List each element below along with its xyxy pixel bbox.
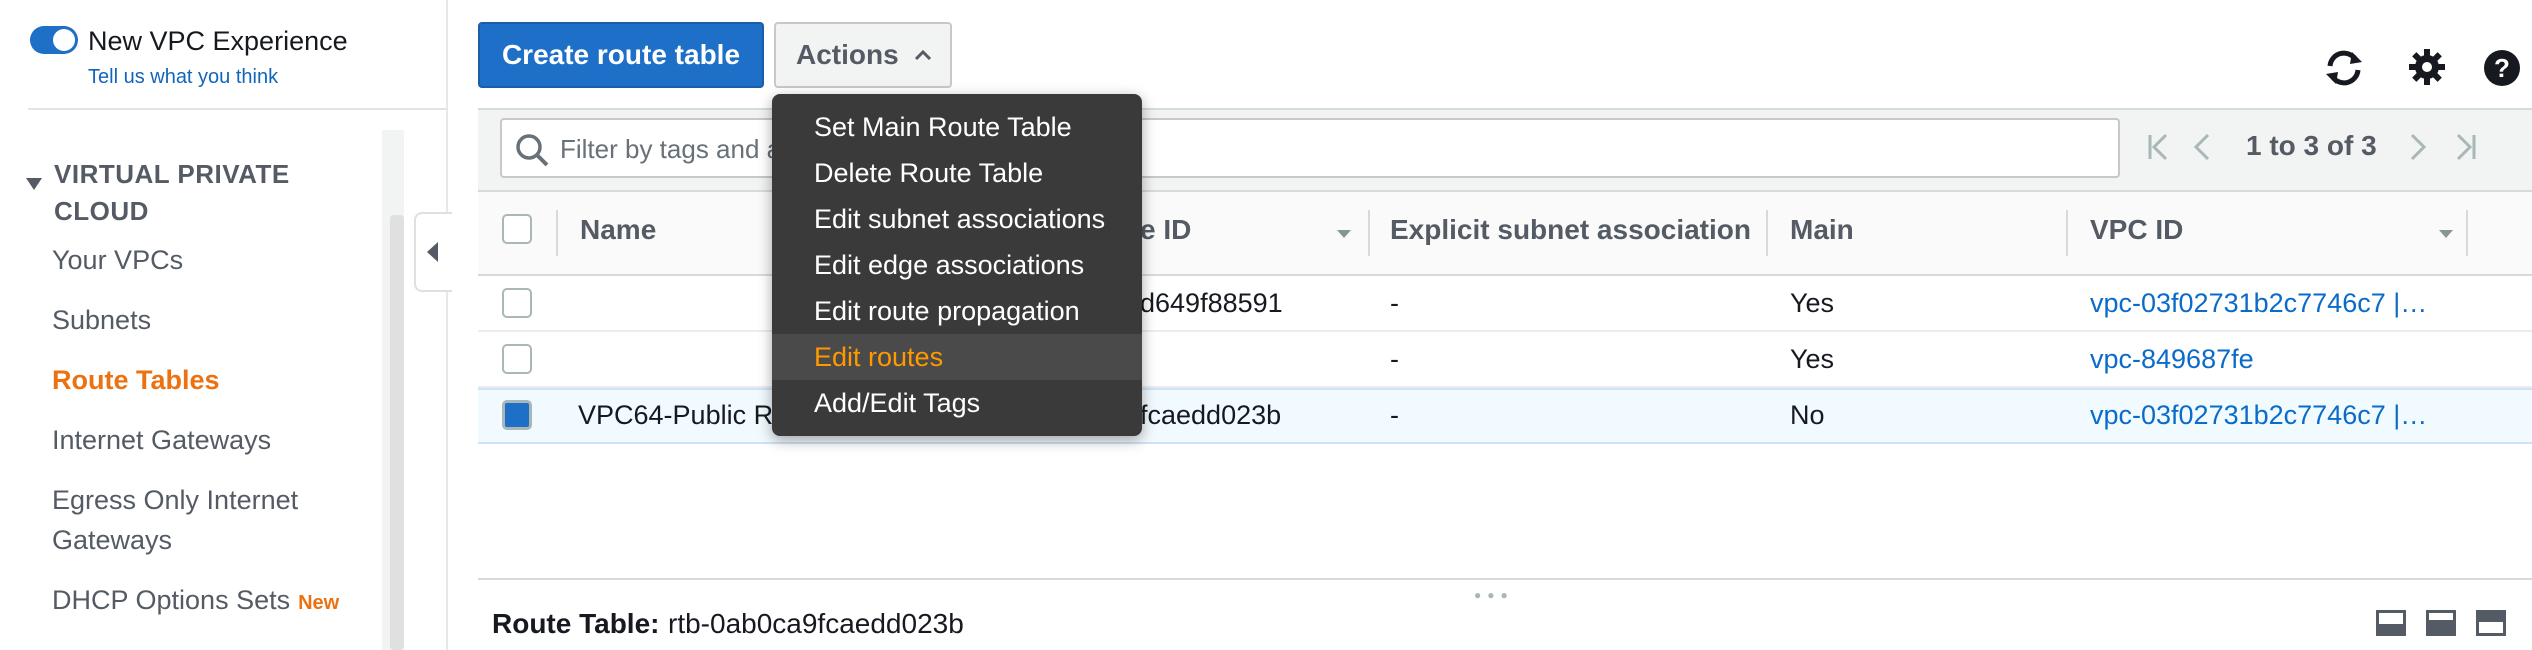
chevron-up-icon: [914, 49, 931, 61]
column-header-vpc-id[interactable]: VPC ID: [2090, 214, 2183, 246]
details-label: Route Table:: [492, 608, 660, 639]
next-page-icon[interactable]: [2408, 132, 2428, 167]
create-route-table-button[interactable]: Create route table: [478, 22, 764, 88]
layout-bottom-small-icon[interactable]: [2376, 610, 2406, 636]
column-separator: [2066, 210, 2068, 256]
explicit-subnet-cell: -: [1390, 288, 1399, 318]
route-table-id-cell: d649f88591: [1140, 288, 1283, 318]
actions-button[interactable]: Actions: [774, 22, 952, 88]
menu-item-set-main-route-table[interactable]: Set Main Route Table: [772, 104, 1142, 150]
vpc-id-link[interactable]: vpc-03f02731b2c7746c7 |…: [2090, 288, 2427, 319]
layout-top-only-icon[interactable]: [2476, 610, 2506, 636]
route-table-id-cell: fcaedd023b: [1140, 400, 1282, 430]
details-pane-divider[interactable]: [478, 578, 2532, 580]
row-checkbox-checked[interactable]: [502, 400, 532, 430]
actions-label: Actions: [796, 39, 899, 70]
vpc-id-link[interactable]: vpc-03f02731b2c7746c7 |…: [2090, 400, 2427, 431]
explicit-subnet-cell: -: [1390, 400, 1399, 430]
help-icon[interactable]: ?: [2482, 48, 2522, 93]
sidebar-scrollbar-thumb[interactable]: [390, 215, 404, 650]
refresh-icon[interactable]: [2322, 48, 2366, 93]
row-checkbox[interactable]: [502, 288, 532, 318]
layout-bottom-half-icon[interactable]: [2426, 610, 2456, 636]
column-separator: [1368, 210, 1370, 256]
explicit-subnet-cell: -: [1390, 344, 1399, 374]
column-header-name[interactable]: Name: [580, 214, 656, 246]
column-separator: [556, 210, 558, 256]
sidebar-border: [446, 0, 448, 650]
menu-item-delete-route-table[interactable]: Delete Route Table: [772, 150, 1142, 196]
resize-handle-icon[interactable]: ●●●: [1474, 588, 1514, 602]
caret-down-icon[interactable]: [24, 176, 44, 197]
column-header-main[interactable]: Main: [1790, 214, 1854, 246]
sort-down-icon[interactable]: [2438, 226, 2454, 244]
column-separator: [2466, 210, 2468, 256]
column-header-explicit-subnet-association[interactable]: Explicit subnet association: [1390, 214, 1750, 246]
first-page-icon[interactable]: [2146, 132, 2172, 167]
last-page-icon[interactable]: [2452, 132, 2478, 167]
sidebar-item-route-tables[interactable]: Route Tables: [52, 360, 220, 400]
column-header-route-table-id[interactable]: e ID: [1140, 214, 1191, 246]
gear-icon[interactable]: [2408, 48, 2446, 91]
sort-down-icon[interactable]: [1336, 226, 1352, 244]
search-icon: [516, 134, 549, 167]
menu-item-edit-routes[interactable]: Edit routes: [772, 334, 1142, 380]
pagination-text: 1 to 3 of 3: [2246, 130, 2377, 161]
main-cell: Yes: [1790, 288, 1835, 318]
chevron-left-icon: [427, 242, 438, 262]
sidebar: New VPC Experience Tell us what you thin…: [0, 0, 452, 650]
menu-item-edit-edge-associations[interactable]: Edit edge associations: [772, 242, 1142, 288]
sidebar-divider: [28, 108, 448, 110]
details-value: rtb-0ab0ca9fcaedd023b: [668, 608, 964, 639]
svg-text:?: ?: [2494, 53, 2510, 83]
new-badge: New: [298, 592, 340, 614]
previous-page-icon[interactable]: [2192, 132, 2212, 167]
filter-input-wrapper[interactable]: [500, 118, 2120, 178]
sidebar-item-dhcp-options-sets[interactable]: DHCP Options Sets New: [52, 580, 339, 623]
collapse-sidebar-button[interactable]: [414, 212, 452, 292]
vpc-id-link[interactable]: vpc-849687fe: [2090, 344, 2254, 375]
column-separator: [1766, 210, 1768, 256]
row-checkbox[interactable]: [502, 344, 532, 374]
actions-dropdown-menu: Set Main Route Table Delete Route Table …: [772, 94, 1142, 436]
main-cell: Yes: [1790, 344, 1835, 374]
sidebar-item-egress-only-internet-gateways[interactable]: Egress Only Internet Gateways: [52, 480, 352, 560]
name-cell: VPC64-Public R: [578, 400, 774, 430]
menu-item-edit-route-propagation[interactable]: Edit route propagation: [772, 288, 1142, 334]
feedback-link[interactable]: Tell us what you think: [88, 66, 278, 89]
section-title-virtual-private-cloud[interactable]: VIRTUAL PRIVATE CLOUD: [54, 156, 344, 230]
sidebar-item-label: DHCP Options Sets: [52, 585, 291, 615]
menu-item-edit-subnet-associations[interactable]: Edit subnet associations: [772, 196, 1142, 242]
select-all-checkbox[interactable]: [502, 214, 532, 244]
toggle-label: New VPC Experience: [88, 26, 348, 56]
sidebar-item-subnets[interactable]: Subnets: [52, 300, 151, 340]
new-vpc-experience-toggle[interactable]: [30, 26, 78, 54]
menu-item-add-edit-tags[interactable]: Add/Edit Tags: [772, 380, 1142, 426]
main-cell: No: [1790, 400, 1825, 430]
sidebar-item-your-vpcs[interactable]: Your VPCs: [52, 240, 183, 280]
sidebar-item-internet-gateways[interactable]: Internet Gateways: [52, 420, 271, 460]
